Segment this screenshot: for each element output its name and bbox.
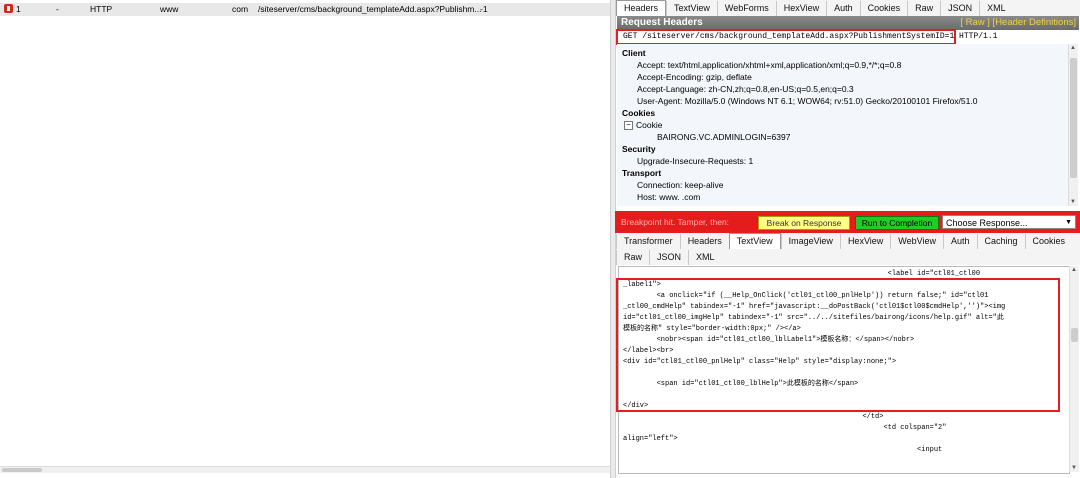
request-headers-title: Request Headers [621,17,703,28]
tab-raw[interactable]: Raw [907,1,940,16]
tab-response-hexview[interactable]: HexView [839,234,890,249]
response-line: <td colspan="2" [623,424,947,432]
session-protocol: HTTP [90,4,113,14]
tab-headers[interactable]: Headers [616,0,667,16]
session-body: -1 [480,4,488,14]
collapse-icon[interactable]: − [624,121,633,131]
scroll-up-icon[interactable]: ▲ [1071,267,1077,273]
header-accept-language[interactable]: Accept-Language: zh-CN,zh;q=0.8,en-US;q=… [637,84,854,94]
tab-auth[interactable]: Auth [826,1,860,16]
scroll-up-icon[interactable]: ▲ [1070,45,1076,51]
tab-hexview[interactable]: HexView [775,1,826,16]
header-upgrade-insecure[interactable]: Upgrade-Insecure-Requests: 1 [637,156,753,166]
headers-vertical-scrollbar[interactable]: ▲ ▼ [1068,44,1078,206]
client-section[interactable]: Client [622,48,646,58]
session-host-prefix: www [160,4,179,14]
session-number: 1 [16,4,21,14]
tab-caching[interactable]: Caching [976,234,1025,249]
tab-response-raw[interactable]: Raw [616,250,649,265]
header-host[interactable]: Host: www. .com [637,192,700,202]
cookie-node-label: Cookie [636,120,663,130]
tab-response-cookies[interactable]: Cookies [1024,234,1073,249]
header-user-agent[interactable]: User-Agent: Mozilla/5.0 (Windows NT 6.1;… [637,96,977,106]
response-line: </td> [623,413,884,421]
tab-transformer[interactable]: Transformer [616,234,680,249]
session-row[interactable]: 1 - HTTP www com /siteserver/cms/backgro… [0,3,610,16]
response-line: align="left"> [623,435,678,443]
scroll-down-icon[interactable]: ▼ [1070,199,1076,205]
response-tabs-row2: Raw JSON XML [616,249,1080,265]
horizontal-scrollbar[interactable] [0,466,610,473]
tab-response-json[interactable]: JSON [649,250,688,265]
highlight-box [616,278,1060,412]
response-tabs-row1: Transformer Headers TextView ImageView H… [616,233,1080,249]
cookie-value[interactable]: BAIRONG.VC.ADMINLOGIN=6397 [657,132,790,142]
header-connection[interactable]: Connection: keep-alive [637,180,723,190]
transport-section[interactable]: Transport [622,168,661,178]
session-list[interactable]: 1 - HTTP www com /siteserver/cms/backgro… [0,0,610,478]
session-result: - [56,4,59,14]
session-host-suffix: com [232,4,249,14]
request-headers-bar: Request Headers [ Raw ] [Header Definiti… [617,16,1079,30]
request-tabs: Headers TextView WebForms HexView Auth C… [616,0,1080,16]
tab-cookies[interactable]: Cookies [859,1,908,16]
tab-webforms[interactable]: WebForms [716,1,776,16]
header-tree: Client Accept: text/html,application/xht… [617,44,1068,206]
tab-textview[interactable]: TextView [666,1,717,16]
tab-imageview[interactable]: ImageView [780,234,840,249]
cookies-section[interactable]: Cookies [622,108,655,118]
header-definitions-link[interactable]: [ Raw ] [Header Definitions] [960,17,1076,28]
tab-xml[interactable]: XML [979,1,1013,16]
session-url: /siteserver/cms/background_templateAdd.a… [258,4,482,14]
response-line: <input [623,446,943,454]
scroll-down-icon[interactable]: ▼ [1071,465,1077,471]
highlight-box [616,29,956,45]
cookie-node[interactable]: − Cookie [624,120,663,131]
response-vertical-scrollbar[interactable]: ▲ ▼ [1069,266,1079,472]
tab-webview[interactable]: WebView [890,234,943,249]
header-accept[interactable]: Accept: text/html,application/xhtml+xml,… [637,60,901,70]
tab-response-textview[interactable]: TextView [728,233,781,249]
highlight-box [615,211,1080,233]
tab-json[interactable]: JSON [940,1,979,16]
header-accept-encoding[interactable]: Accept-Encoding: gzip, deflate [637,72,752,82]
tab-response-headers[interactable]: Headers [679,234,729,249]
tab-response-xml[interactable]: XML [688,250,722,265]
breakpoint-icon [4,4,13,13]
security-section[interactable]: Security [622,144,656,154]
tab-response-auth[interactable]: Auth [942,234,977,249]
